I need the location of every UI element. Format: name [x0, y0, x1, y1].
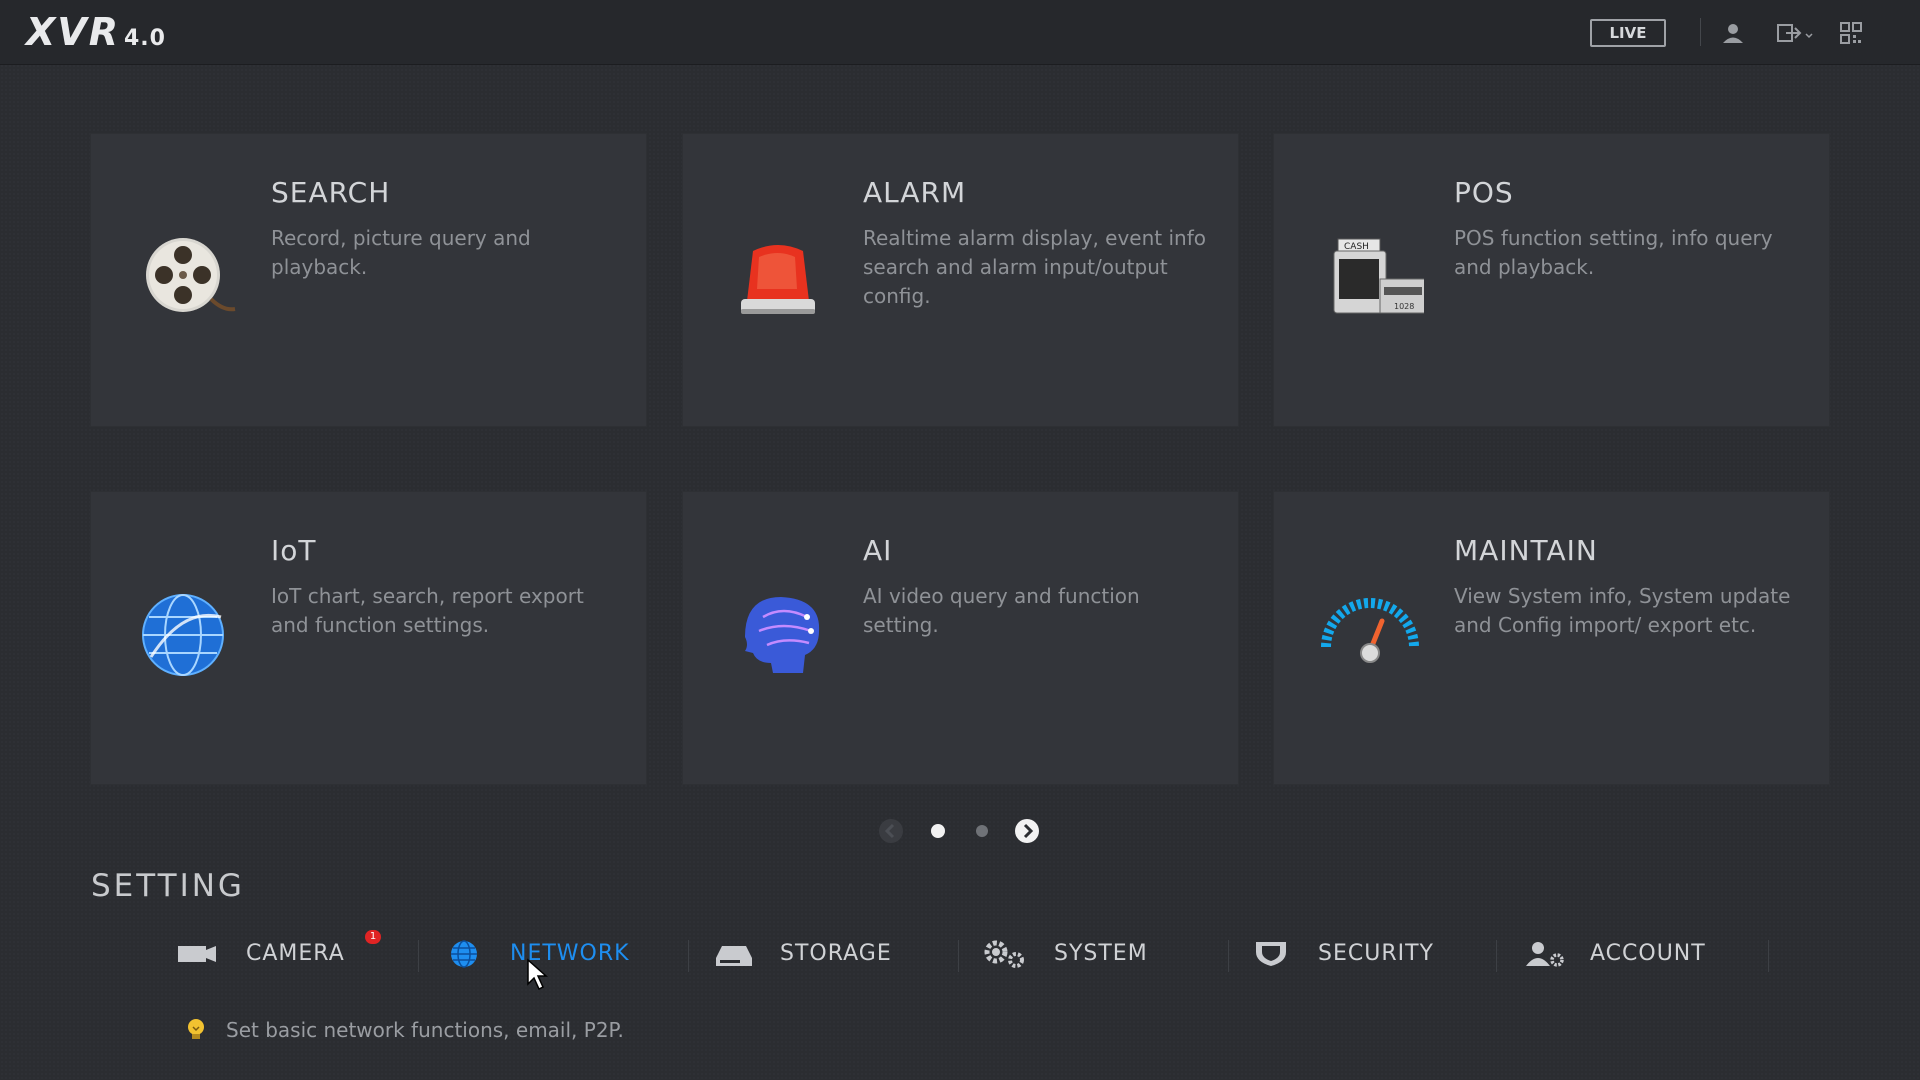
logout-icon[interactable]: [1776, 20, 1816, 46]
gears-icon: [980, 938, 1028, 968]
page-dot-active[interactable]: [931, 824, 945, 838]
setting-item-camera[interactable]: CAMERA: [176, 930, 345, 976]
card-description: View System info, System update and Conf…: [1454, 584, 1791, 637]
mouse-cursor-icon: [526, 958, 556, 992]
hdd-icon: [714, 938, 754, 968]
card-title: ALARM: [863, 176, 967, 209]
card-title: AI: [863, 534, 893, 567]
setting-section-title: SETTING: [91, 868, 245, 904]
setting-divider: [1768, 940, 1769, 972]
card-iot[interactable]: IoT IoT chart, search, report export and…: [91, 492, 646, 784]
gauge-icon: [1314, 587, 1424, 682]
card-ai[interactable]: AI AI video query and function setting.: [683, 492, 1238, 784]
hint-text: Set basic network functions, email, P2P.: [226, 1018, 624, 1042]
page-dot[interactable]: [976, 825, 988, 837]
setting-divider: [418, 940, 419, 972]
account-icon: [1524, 938, 1566, 968]
cash-register-icon: CASH 1028: [1314, 229, 1427, 324]
setting-item-account[interactable]: ACCOUNT: [1524, 930, 1706, 976]
globe-icon: [131, 587, 241, 682]
card-maintain[interactable]: MAINTAIN View System info, System update…: [1274, 492, 1829, 784]
shield-icon: [1252, 938, 1292, 968]
setting-hint: Set basic network functions, email, P2P.: [186, 1018, 624, 1042]
setting-divider: [688, 940, 689, 972]
live-button[interactable]: LIVE: [1590, 19, 1666, 47]
card-alarm[interactable]: ALARM Realtime alarm display, event info…: [683, 134, 1238, 426]
network-globe-icon: [444, 938, 484, 968]
card-description: Record, picture query and playback.: [271, 226, 531, 279]
card-title: SEARCH: [271, 176, 391, 209]
film-reel-icon: [131, 229, 241, 324]
setting-item-label: CAMERA: [246, 940, 345, 966]
setting-item-security[interactable]: SECURITY: [1252, 930, 1434, 976]
user-icon[interactable]: [1720, 20, 1746, 46]
setting-item-label: ACCOUNT: [1590, 940, 1706, 966]
toolbar-divider: [1700, 18, 1701, 46]
alarm-light-icon: [723, 229, 833, 324]
next-page-icon[interactable]: [1014, 818, 1040, 844]
svg-text:1028: 1028: [1394, 302, 1414, 311]
logo-text: XVR: [26, 10, 120, 54]
logo-version: 4.0: [123, 26, 166, 51]
setting-divider: [958, 940, 959, 972]
setting-divider: [1228, 940, 1229, 972]
setting-item-storage[interactable]: STORAGE: [714, 930, 892, 976]
ai-head-icon: [723, 587, 833, 682]
card-title: MAINTAIN: [1454, 534, 1598, 567]
setting-item-label: SYSTEM: [1054, 940, 1148, 966]
page-indicator: [0, 818, 1920, 844]
app-logo: XVR 4.0: [26, 10, 166, 54]
card-description: IoT chart, search, report export and fun…: [271, 584, 584, 637]
card-search[interactable]: SEARCH Record, picture query and playbac…: [91, 134, 646, 426]
setting-item-system[interactable]: SYSTEM: [980, 930, 1148, 976]
card-description: AI video query and function setting.: [863, 584, 1140, 637]
camera-icon: [176, 938, 220, 968]
previous-page-icon[interactable]: [878, 818, 904, 844]
card-title: POS: [1454, 176, 1514, 209]
camera-alert-badge: 1: [365, 930, 381, 944]
card-title: IoT: [271, 534, 317, 567]
top-bar: XVR 4.0 LIVE: [0, 0, 1920, 65]
lightbulb-icon: [186, 1018, 206, 1042]
card-description: POS function setting, info query and pla…: [1454, 226, 1773, 279]
qr-code-icon[interactable]: [1838, 20, 1864, 46]
card-description: Realtime alarm display, event info searc…: [863, 226, 1206, 308]
card-pos[interactable]: CASH 1028 POS POS function setting, info …: [1274, 134, 1829, 426]
setting-item-label: SECURITY: [1318, 940, 1434, 966]
setting-divider: [1496, 940, 1497, 972]
setting-item-label: STORAGE: [780, 940, 892, 966]
